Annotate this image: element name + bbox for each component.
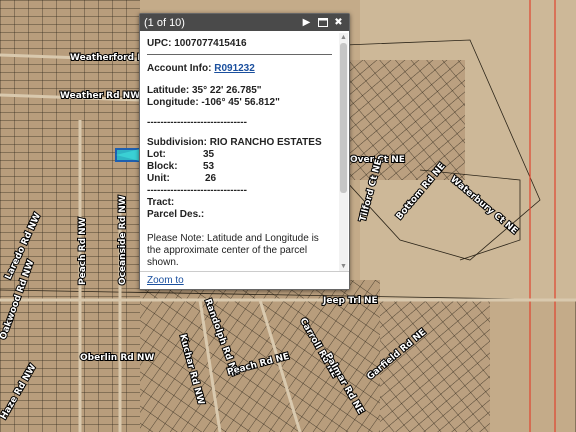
latitude-text: Latitude: 35° 22' 26.785": [147, 85, 262, 96]
road-label: Oberlin Rd NW: [80, 353, 154, 363]
popup-footer: Zoom to: [140, 271, 349, 289]
subdivision-text: Subdivision: RIO RANCHO ESTATES: [147, 137, 322, 148]
longitude-text: Longitude: -106° 45' 56.812": [147, 97, 280, 108]
scroll-up-icon[interactable]: ▲: [340, 34, 347, 41]
popup-content: UPC: 1007077415416 Account Info: R091232…: [140, 32, 339, 271]
dash-separator-2: ------------------------------: [147, 185, 247, 196]
dash-separator: ------------------------------: [147, 117, 247, 128]
road-label: Peach Rd NW: [78, 217, 88, 285]
unit-label: Unit:: [147, 173, 170, 184]
lot-row: Lot: 35: [147, 149, 332, 161]
note-text: Please Note: Latitude and Longitude is t…: [147, 233, 319, 268]
block-value: 53: [203, 161, 215, 172]
scroll-down-icon[interactable]: ▼: [340, 263, 347, 270]
maximize-icon[interactable]: [316, 16, 329, 29]
popup-count: (1 of 10): [144, 16, 185, 29]
zoom-to-link[interactable]: Zoom to: [147, 275, 184, 286]
block-row: Block: 53: [147, 161, 332, 173]
account-row: Account Info: R091232: [147, 63, 332, 75]
lot-value: 35: [203, 149, 215, 160]
next-arrow-icon[interactable]: ▶: [300, 16, 313, 29]
account-label: Account Info:: [147, 63, 212, 74]
divider: [147, 54, 332, 55]
parcel-des-text: Parcel Des.:: [147, 209, 205, 220]
unit-row: Unit: 26: [147, 173, 332, 185]
upc-text: UPC: 1007077415416: [147, 38, 247, 49]
parcel-info-popup: (1 of 10) ▶ ✖ UPC: 1007077415416 Account…: [139, 13, 350, 290]
parcels-southeast: [380, 300, 490, 432]
tract-text: Tract:: [147, 197, 175, 208]
road-label: Oceanside Rd NW: [118, 195, 128, 285]
scroll-thumb[interactable]: [340, 43, 347, 193]
unit-value: 26: [205, 173, 217, 184]
account-link[interactable]: R091232: [214, 63, 255, 74]
popup-scrollbar[interactable]: ▲ ▼: [339, 33, 348, 271]
block-label: Block:: [147, 161, 178, 172]
road-label: Weather Rd NW: [60, 91, 140, 101]
close-icon[interactable]: ✖: [332, 16, 345, 29]
popup-header: (1 of 10) ▶ ✖: [140, 14, 349, 31]
road-label: Jeep Trl NE: [322, 296, 378, 306]
lot-label: Lot:: [147, 149, 166, 160]
